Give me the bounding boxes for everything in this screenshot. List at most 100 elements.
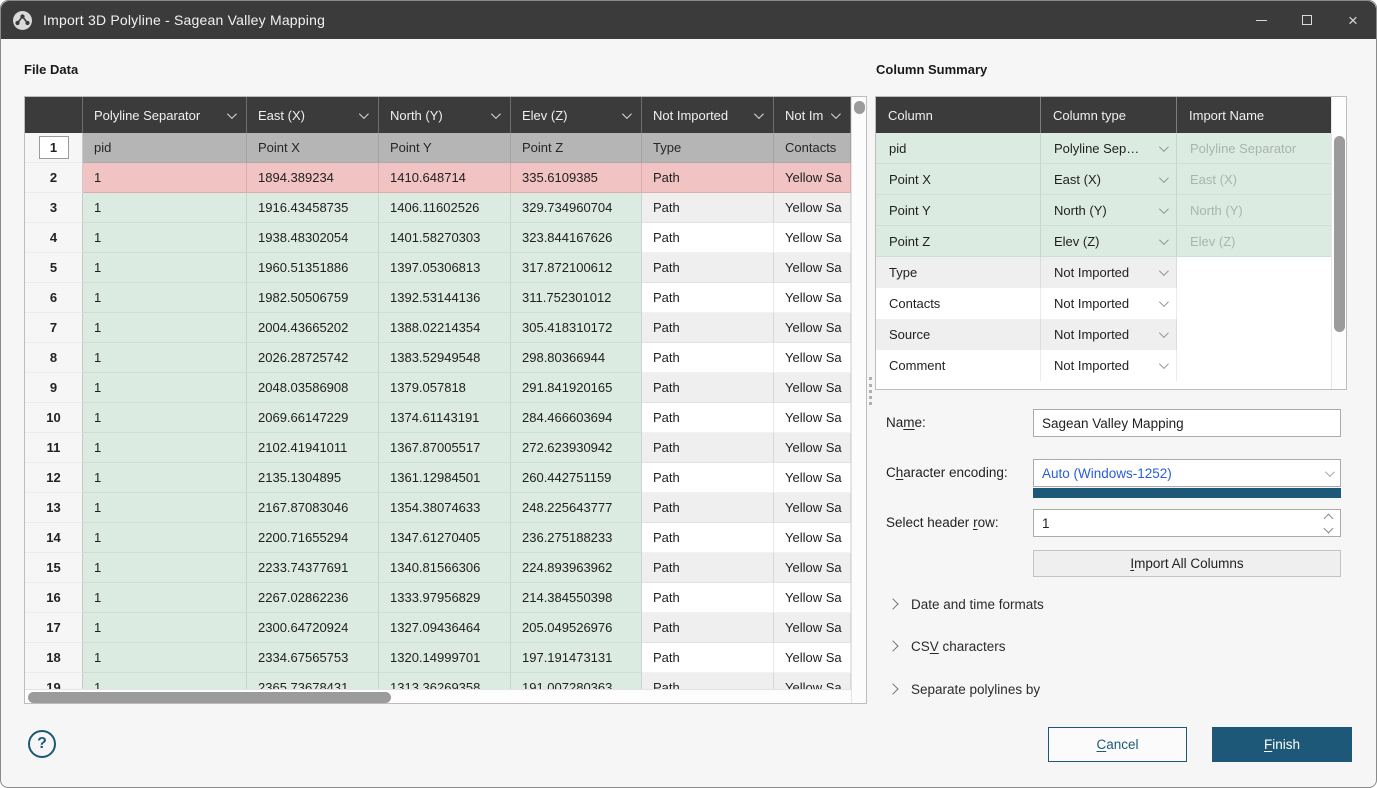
- table-row[interactable]: 812026.287257421383.52949548298.80366944…: [25, 343, 851, 373]
- name-input[interactable]: Sagean Valley Mapping: [1033, 409, 1341, 437]
- import-name-cell[interactable]: Polyline Separator: [1177, 133, 1331, 164]
- table-cell: 197.191473131: [511, 643, 642, 673]
- table-cell: 2102.41941011: [247, 433, 379, 463]
- column-type-dropdown[interactable]: Polyline Sep…: [1041, 133, 1177, 164]
- table-cell: 284.466603694: [511, 403, 642, 433]
- spinner-up-icon[interactable]: [1324, 513, 1334, 523]
- column-type-dropdown[interactable]: Elev (Z): [1041, 226, 1177, 257]
- finish-button[interactable]: Finish: [1212, 727, 1352, 762]
- summary-row[interactable]: Point ZElev (Z)Elev (Z): [876, 226, 1331, 257]
- table-row[interactable]: 1012069.661472291374.61143191284.4666036…: [25, 403, 851, 433]
- minimize-button[interactable]: [1238, 1, 1284, 39]
- table-cell: 2300.64720924: [247, 613, 379, 643]
- chevron-right-icon: [887, 640, 898, 651]
- table-row[interactable]: 912048.035869081379.057818291.841920165P…: [25, 373, 851, 403]
- column-header-dropdown[interactable]: Polyline Separator: [83, 97, 247, 133]
- table-row[interactable]: 1312167.870830461354.38074633248.2256437…: [25, 493, 851, 523]
- section-separate-polylines-by[interactable]: Separate polylines by: [889, 677, 1040, 701]
- row-number-cell: 2: [25, 163, 83, 193]
- summary-row[interactable]: Point XEast (X)East (X): [876, 164, 1331, 195]
- table-row[interactable]: 1112102.419410111367.87005517272.6239309…: [25, 433, 851, 463]
- table-row[interactable]: 1512233.743776911340.81566306224.8939639…: [25, 553, 851, 583]
- table-cell: Yellow Sa: [774, 223, 851, 253]
- vertical-scrollbar-thumb[interactable]: [854, 101, 865, 114]
- column-type-dropdown[interactable]: Not Imported: [1041, 288, 1177, 319]
- summary-row[interactable]: SourceNot Imported: [876, 319, 1331, 350]
- title-bar[interactable]: Import 3D Polyline - Sagean Valley Mappi…: [1, 1, 1376, 39]
- column-type-value: Not Imported: [1054, 296, 1151, 311]
- table-cell: 1361.12984501: [379, 463, 511, 493]
- table-cell: 2069.66147229: [247, 403, 379, 433]
- summary-row[interactable]: Point YNorth (Y)North (Y): [876, 195, 1331, 226]
- table-cell: Path: [642, 163, 774, 193]
- summary-row[interactable]: pidPolyline Sep…Polyline Separator: [876, 133, 1331, 164]
- table-cell: 1: [83, 253, 247, 283]
- table-cell: 1: [83, 403, 247, 433]
- import-3d-polyline-dialog: Import 3D Polyline - Sagean Valley Mappi…: [0, 0, 1377, 788]
- summary-vertical-scrollbar[interactable]: [1331, 97, 1346, 389]
- summary-row[interactable]: ContactsNot Imported: [876, 288, 1331, 319]
- summary-table-content: ColumnColumn typeImport Name pidPolyline…: [876, 97, 1331, 389]
- character-encoding-select[interactable]: Auto (Windows-1252): [1033, 459, 1341, 487]
- help-button[interactable]: ?: [28, 730, 56, 758]
- table-cell: 2200.71655294: [247, 523, 379, 553]
- table-row[interactable]: 411938.483020541401.58270303323.84416762…: [25, 223, 851, 253]
- summary-row[interactable]: CommentNot Imported: [876, 350, 1331, 381]
- chevron-down-icon: [491, 109, 501, 119]
- table-cell: Path: [642, 673, 774, 689]
- section-csv-characters[interactable]: CSV characters: [889, 634, 1006, 658]
- table-row[interactable]: 511960.513518861397.05306813317.87210061…: [25, 253, 851, 283]
- import-name-cell[interactable]: North (Y): [1177, 195, 1331, 226]
- table-row[interactable]: 1212135.13048951361.12984501260.44275115…: [25, 463, 851, 493]
- table-row[interactable]: 211894.3892341410.648714335.6109385PathY…: [25, 163, 851, 193]
- table-cell: 2267.02862236: [247, 583, 379, 613]
- table-cell: 1354.38074633: [379, 493, 511, 523]
- column-type-dropdown[interactable]: North (Y): [1041, 195, 1177, 226]
- column-type-dropdown[interactable]: Not Imported: [1041, 319, 1177, 350]
- table-row[interactable]: 712004.436652021388.02214354305.41831017…: [25, 313, 851, 343]
- column-type-value: Not Imported: [1054, 265, 1151, 280]
- horizontal-scrollbar-thumb[interactable]: [28, 692, 391, 703]
- table-row[interactable]: 311916.434587351406.11602526329.73496070…: [25, 193, 851, 223]
- column-type-dropdown[interactable]: Not Imported: [1041, 350, 1177, 381]
- table-cell: Yellow Sa: [774, 673, 851, 689]
- table-row[interactable]: 1612267.028622361333.97956829214.3845503…: [25, 583, 851, 613]
- table-row[interactable]: 1712300.647209241327.09436464205.0495269…: [25, 613, 851, 643]
- minimize-icon: [1256, 20, 1267, 21]
- file-header-row[interactable]: 1pidPoint XPoint YPoint ZTypeContacts: [25, 133, 851, 163]
- table-row[interactable]: 1912365.736784311313.36269358191.0072803…: [25, 673, 851, 689]
- file-table-vertical-scrollbar[interactable]: [851, 97, 866, 703]
- column-type-value: North (Y): [1054, 203, 1151, 218]
- column-type-dropdown[interactable]: Not Imported: [1041, 257, 1177, 288]
- summary-row[interactable]: TypeNot Imported: [876, 257, 1331, 288]
- table-cell: 1401.58270303: [379, 223, 511, 253]
- column-header-dropdown[interactable]: Not Imported: [642, 97, 774, 133]
- row-number-cell: 6: [25, 283, 83, 313]
- spinner-down-icon[interactable]: [1324, 523, 1334, 533]
- column-type-dropdown[interactable]: East (X): [1041, 164, 1177, 195]
- row-number-cell[interactable]: 1: [25, 133, 83, 163]
- import-all-columns-button[interactable]: Import All Columns: [1033, 550, 1341, 577]
- column-header-dropdown[interactable]: East (X): [247, 97, 379, 133]
- chevron-down-icon: [1159, 235, 1169, 245]
- table-cell: Yellow Sa: [774, 313, 851, 343]
- section-label: Date and time formats: [911, 597, 1044, 612]
- column-header-dropdown[interactable]: Not Imported: [774, 97, 851, 133]
- import-name-cell[interactable]: East (X): [1177, 164, 1331, 195]
- table-cell: Yellow Sa: [774, 493, 851, 523]
- header-row-spinner[interactable]: 1: [1033, 509, 1341, 537]
- pane-splitter-grip[interactable]: [869, 377, 872, 405]
- maximize-button[interactable]: [1284, 1, 1330, 39]
- cancel-button[interactable]: Cancel: [1048, 727, 1187, 762]
- table-row[interactable]: 1812334.675657531320.14999701197.1914731…: [25, 643, 851, 673]
- column-header-dropdown[interactable]: Elev (Z): [511, 97, 642, 133]
- header-row-cell: Contacts: [774, 133, 851, 163]
- column-header-dropdown[interactable]: North (Y): [379, 97, 511, 133]
- table-row[interactable]: 611982.505067591392.53144136311.75230101…: [25, 283, 851, 313]
- close-button[interactable]: ×: [1330, 1, 1376, 39]
- summary-scrollbar-thumb[interactable]: [1334, 136, 1345, 332]
- import-name-cell[interactable]: Elev (Z): [1177, 226, 1331, 257]
- horizontal-scrollbar[interactable]: [25, 689, 851, 703]
- section-date-and-time-formats[interactable]: Date and time formats: [889, 592, 1044, 616]
- table-row[interactable]: 1412200.716552941347.61270405236.2751882…: [25, 523, 851, 553]
